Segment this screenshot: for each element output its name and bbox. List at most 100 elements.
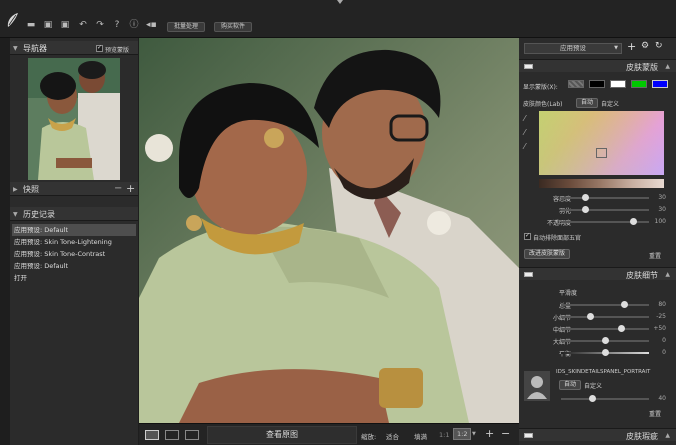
skin-detail-title: 皮肤细节 (626, 271, 658, 280)
portrait-custom-label[interactable]: 自定义 (584, 381, 602, 390)
small-detail-slider-knob[interactable] (587, 313, 595, 320)
snapshots-header[interactable]: ▶ 快照 − + (10, 182, 138, 196)
zoom-dropdown-icon[interactable]: ▼ (472, 431, 476, 437)
preview-mask-label: 预览蒙版 (105, 47, 130, 54)
collapse-triangle-icon: ▼ (13, 45, 18, 52)
zoom-fill-button[interactable]: 填满 (414, 431, 427, 441)
skin-detail-header[interactable]: 皮肤细节 ▲ (519, 267, 676, 280)
zoom-label: 缩放: (361, 433, 377, 441)
save-as-icon[interactable]: ▣ (60, 20, 70, 30)
panel-toggle-switch[interactable] (524, 433, 533, 438)
portrait-amount-slider-knob[interactable] (588, 395, 596, 402)
plugin-icon[interactable]: ◂▪ (146, 20, 157, 30)
navigator-thumbnail[interactable] (28, 58, 120, 180)
skin-color-label: 皮肤颜色(Lab) (523, 101, 563, 108)
zoom-1-2-button[interactable]: 1:2 (453, 428, 472, 440)
history-item[interactable]: 应用预设: Skin Tone-Contrast (12, 248, 136, 260)
main-toolbar: ▬ ▣ ▣ ↶ ↷ ? ⓘ ◂▪ 批量处理 购买软件 (0, 0, 676, 38)
add-preset-icon[interactable]: + (627, 40, 636, 53)
skin-blemish-title: 皮肤瑕疵 (626, 432, 658, 441)
opacity-slider-knob[interactable] (630, 218, 638, 225)
skin-color-custom-label[interactable]: 自定义 (601, 99, 619, 108)
auto-exclude-checkbox[interactable] (524, 232, 531, 240)
improve-skin-mask-button[interactable]: 改进皮肤蒙版 (524, 249, 571, 259)
history-header[interactable]: ▼ 历史记录 (10, 207, 138, 221)
tolerance-slider[interactable]: 容忍度 30 (519, 193, 676, 203)
large-detail-slider[interactable]: 大细节 0 (519, 336, 676, 346)
open-folder-icon[interactable]: ▬ (26, 20, 36, 30)
feather-slider[interactable]: 羽化 30 (519, 205, 676, 215)
skin-mask-title: 皮肤蒙版 (626, 63, 658, 72)
dropdown-arrow-icon: ▼ (614, 45, 618, 51)
mask-none-swatch[interactable] (568, 80, 584, 88)
add-snapshot-icon[interactable]: + (126, 182, 135, 195)
amount-slider-knob[interactable] (621, 301, 629, 308)
panel-toggle-switch[interactable] (524, 272, 533, 277)
portrait-amount-slider[interactable]: 40 (519, 394, 676, 404)
medium-detail-slider-knob[interactable] (617, 325, 625, 332)
mask-black-swatch[interactable] (589, 80, 605, 88)
zoom-in-icon[interactable]: + (485, 427, 494, 440)
eyedropper-icon[interactable]: ⁄ (524, 114, 525, 123)
skin-color-auto-button[interactable]: 自动 (576, 98, 599, 108)
preset-select[interactable]: 应用预设 ▼ (524, 43, 622, 54)
batch-process-button[interactable]: 批量处理 (167, 22, 206, 32)
info-icon[interactable]: ⓘ (129, 20, 139, 30)
tolerance-slider-knob[interactable] (581, 194, 589, 201)
amount-slider[interactable]: 总量 80 (519, 300, 676, 310)
mask-blue-swatch[interactable] (652, 80, 668, 88)
settings-gear-icon[interactable]: ⚙ (641, 41, 649, 51)
opacity-slider[interactable]: 不透明度 100 (519, 217, 676, 227)
eyedropper-add-icon[interactable]: ⁄ (524, 128, 525, 137)
app-logo-icon (7, 13, 18, 27)
split-vertical-view-button[interactable] (165, 430, 179, 440)
feather-slider-knob[interactable] (581, 206, 589, 213)
single-view-button[interactable] (145, 430, 159, 440)
remove-snapshot-icon[interactable]: − (114, 183, 122, 194)
navigator-title: 导航器 (23, 44, 47, 53)
preset-select-value: 应用预设 (560, 44, 586, 52)
collapse-toolbar-icon[interactable] (337, 0, 343, 4)
portrait-auto-button[interactable]: 自动 (559, 380, 582, 390)
balance-slider[interactable]: 平衡 0 (519, 348, 676, 358)
skin-mask-header[interactable]: 皮肤蒙版 ▲ (519, 59, 676, 72)
history-title: 历史记录 (23, 210, 55, 219)
redo-icon[interactable]: ↷ (95, 20, 105, 30)
zoom-out-icon[interactable]: − (501, 427, 510, 440)
buy-software-button[interactable]: 购买软件 (214, 22, 253, 32)
expand-triangle-icon: ▶ (13, 186, 18, 193)
preview-mask-checkbox[interactable] (96, 44, 103, 52)
color-picker-marker[interactable] (596, 148, 607, 158)
mask-green-swatch[interactable] (631, 80, 647, 88)
large-detail-slider-knob[interactable] (602, 337, 609, 344)
skin-detail-reset-button[interactable]: 重置 (649, 409, 661, 418)
collapse-arrow-icon: ▲ (665, 432, 670, 439)
split-horizontal-view-button[interactable] (185, 430, 199, 440)
view-original-button[interactable]: 查看原图 (207, 426, 357, 444)
small-detail-slider[interactable]: 小细节 -25 (519, 312, 676, 322)
bottom-bar: 查看原图 缩放: 适合 填满 1:1 1:2 ▼ + − (139, 423, 519, 445)
skin-color-picker[interactable] (539, 111, 664, 175)
balance-slider-knob[interactable] (602, 349, 609, 356)
skin-mask-reset-button[interactable]: 重置 (649, 251, 661, 260)
skin-blemish-header[interactable]: 皮肤瑕疵 ▲ (519, 428, 676, 441)
navigator-header[interactable]: ▼ 导航器 预览蒙版 (10, 41, 138, 55)
history-item[interactable]: 应用预设: Skin Tone-Lightening (12, 236, 136, 248)
help-icon[interactable]: ? (112, 20, 122, 30)
collapse-arrow-icon: ▲ (665, 63, 670, 70)
mask-white-swatch[interactable] (610, 80, 626, 88)
zoom-1-1-button[interactable]: 1:1 (439, 431, 449, 439)
history-item[interactable]: 应用预设: Default (12, 224, 136, 236)
history-item[interactable]: 打开 (12, 272, 136, 284)
refresh-icon[interactable]: ↻ (655, 41, 663, 51)
skin-tone-strip[interactable] (539, 179, 664, 188)
photo-canvas[interactable] (139, 38, 519, 423)
save-icon[interactable]: ▣ (43, 20, 53, 30)
zoom-fit-button[interactable]: 适合 (386, 431, 399, 441)
panel-toggle-switch[interactable] (524, 64, 533, 69)
eyedropper-subtract-icon[interactable]: ⁄ (524, 142, 525, 151)
history-item[interactable]: 应用预设: Default (12, 260, 136, 272)
medium-detail-slider[interactable]: 中细节 +50 (519, 324, 676, 334)
undo-icon[interactable]: ↶ (78, 20, 88, 30)
collapse-arrow-icon: ▲ (665, 271, 670, 278)
